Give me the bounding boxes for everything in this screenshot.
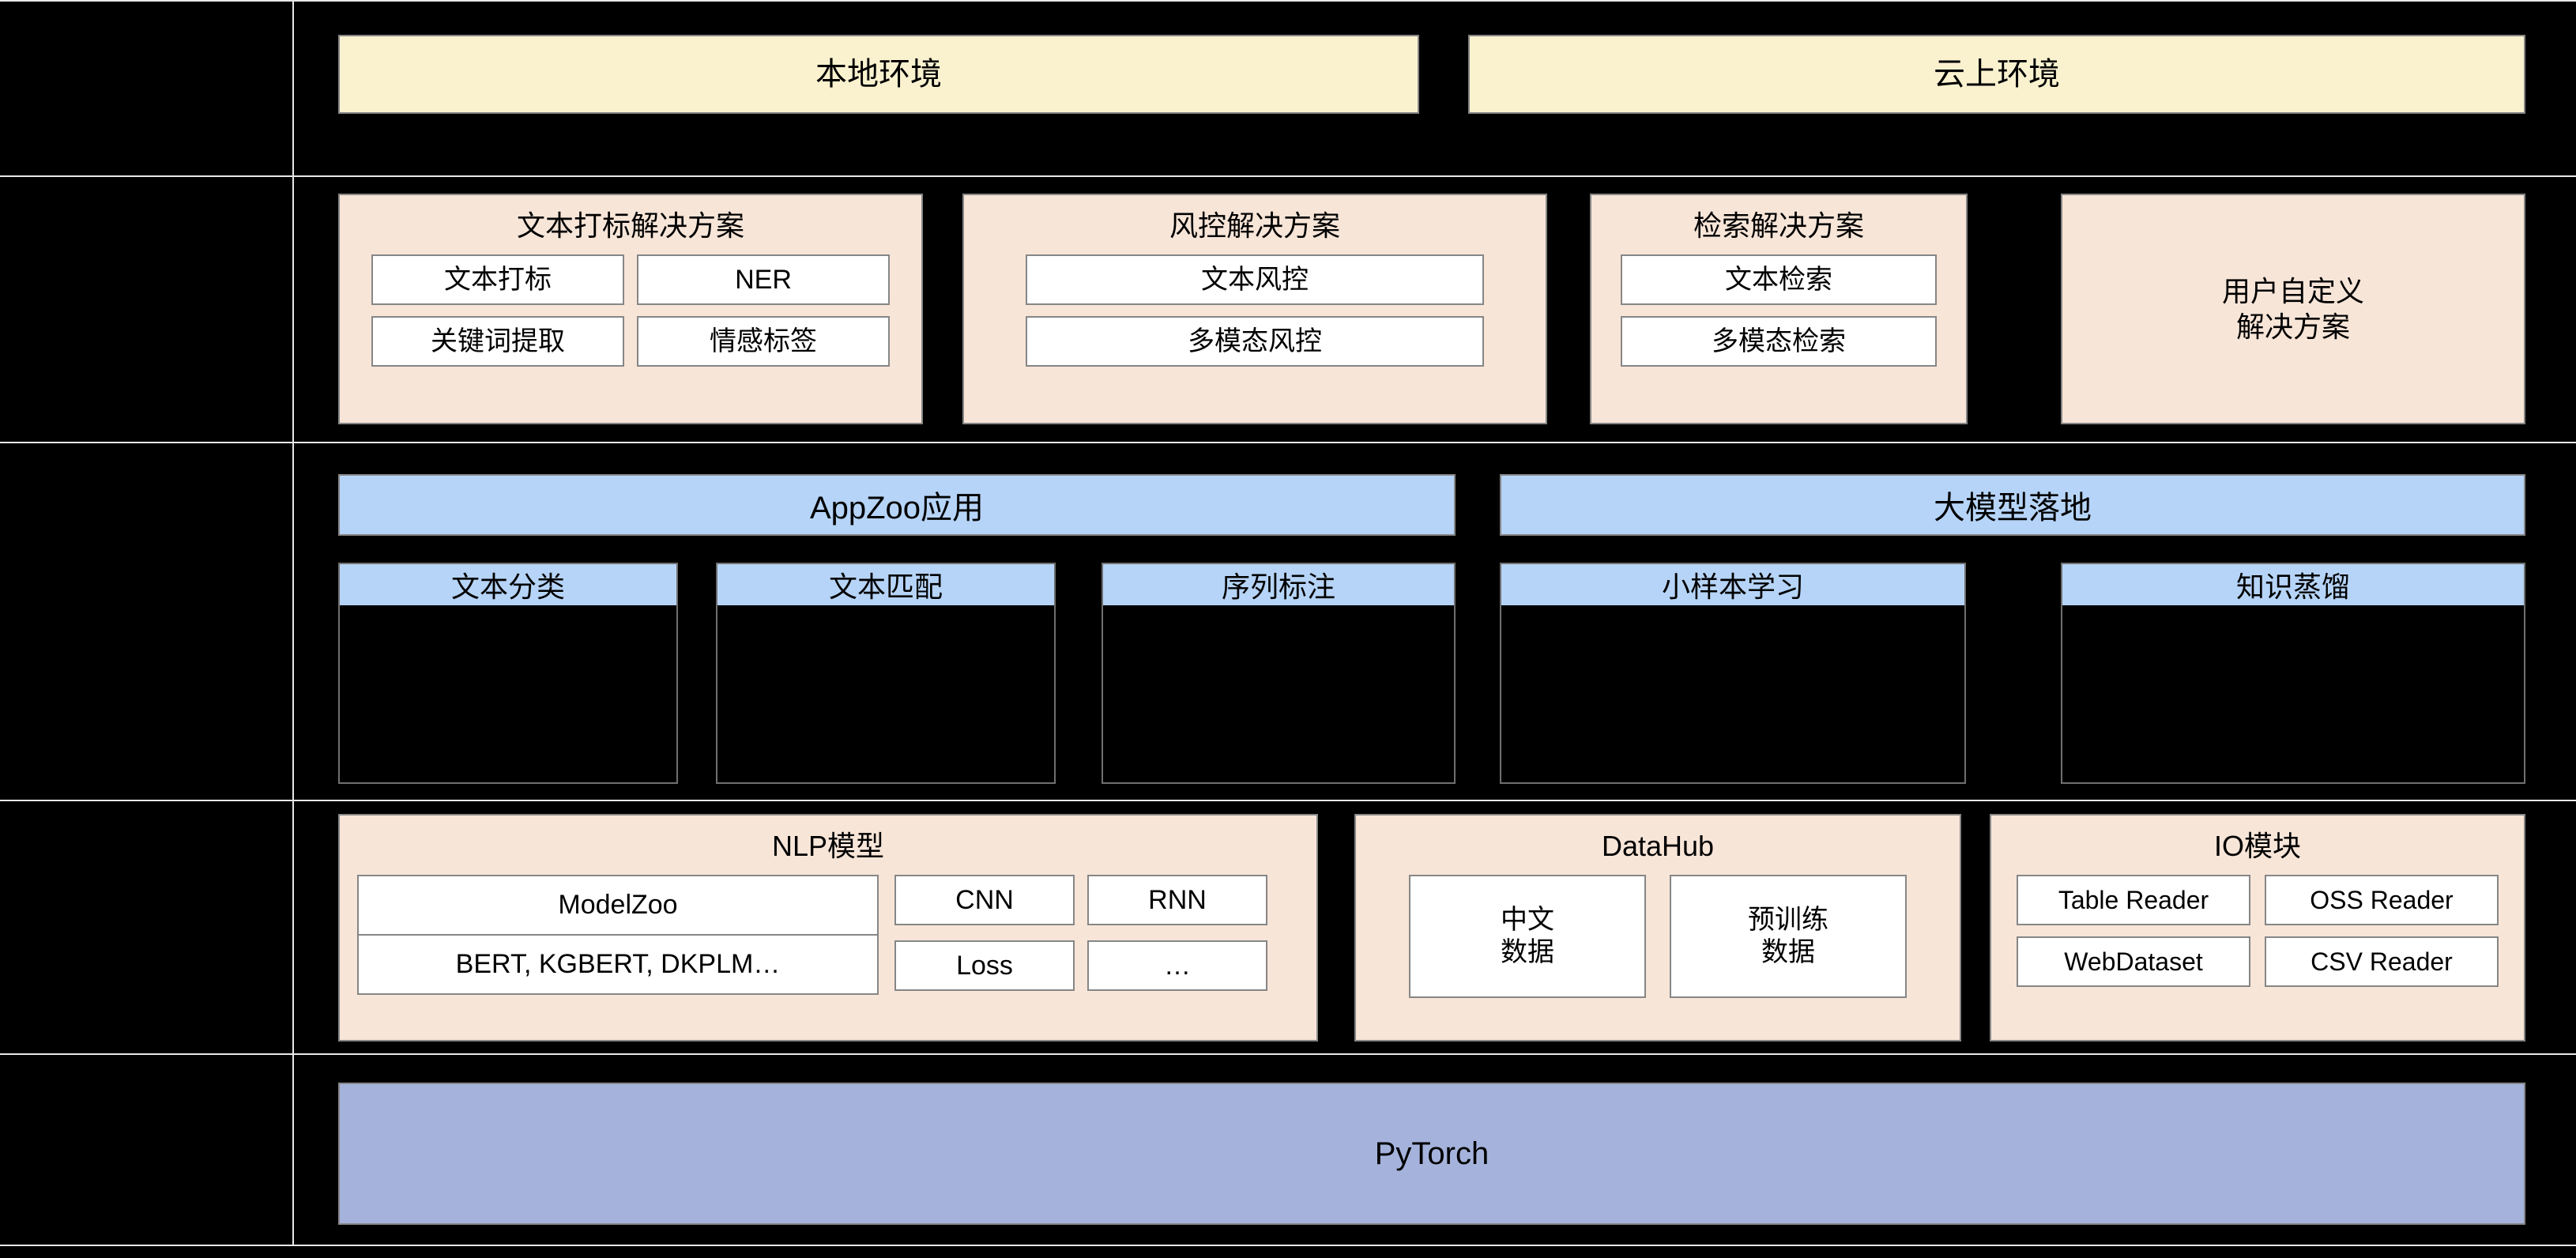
solution-title-retrieval: 检索解决方案 — [1693, 209, 1864, 242]
nlp-model-zoo-stack[interactable]: ModelZoo BERT, KGBERT, DKPLM… — [357, 875, 879, 995]
app-card-text-matching[interactable]: 文本匹配 — [716, 563, 1056, 784]
io-item-webdataset[interactable]: WebDataset — [2017, 936, 2250, 987]
module-items-nlp-model: ModelZoo BERT, KGBERT, DKPLM… CNN RNN Lo… — [340, 875, 1316, 1009]
app-card-text-matching-label: 文本匹配 — [717, 564, 1054, 605]
nlp-model-component-more[interactable]: … — [1087, 940, 1267, 991]
app-group-header-appzoo: AppZoo应用 — [338, 474, 1456, 536]
app-card-knowledge-distillation-body — [2062, 605, 2524, 782]
app-card-knowledge-distillation[interactable]: 知识蒸馏 — [2061, 563, 2525, 784]
env-label-cloud: 云上环境 — [1934, 57, 2060, 92]
solution-items-retrieval: 文本检索 多模态检索 — [1591, 254, 1966, 381]
solution-title-risk-control: 风控解决方案 — [1169, 209, 1340, 242]
solution-title-user-defined-line1: 用户自定义 — [2221, 275, 2364, 307]
grid-rule-2 — [0, 442, 2576, 443]
app-card-text-classification[interactable]: 文本分类 — [338, 563, 678, 784]
nlp-model-component-cnn[interactable]: CNN — [894, 875, 1075, 925]
solution-items-risk-control: 文本风控 多模态风控 — [964, 254, 1546, 381]
framework-bar-pytorch: PyTorch — [338, 1083, 2525, 1225]
io-item-oss-reader[interactable]: OSS Reader — [2265, 875, 2499, 925]
solution-item-retrieval-1[interactable]: 多模态检索 — [1621, 316, 1937, 367]
module-box-datahub: DataHub 中文 数据 预训练 数据 — [1354, 814, 1961, 1041]
framework-bar-pytorch-label: PyTorch — [1374, 1136, 1489, 1171]
nlp-model-zoo-name: ModelZoo — [558, 890, 678, 920]
io-item-table-reader[interactable]: Table Reader — [2017, 875, 2250, 925]
solution-box-risk-control: 风控解决方案 文本风控 多模态风控 — [962, 194, 1547, 424]
env-box-local: 本地环境 — [338, 35, 1419, 114]
solution-item-text-tagging-1[interactable]: NER — [637, 254, 890, 305]
grid-rule-top — [0, 0, 2576, 2]
app-group-header-largemodel: 大模型落地 — [1500, 474, 2525, 536]
module-title-nlp-model: NLP模型 — [771, 830, 885, 862]
solution-item-text-tagging-2[interactable]: 关键词提取 — [371, 316, 624, 367]
datahub-item-chinese-data[interactable]: 中文 数据 — [1409, 875, 1646, 998]
app-card-few-shot-learning-label: 小样本学习 — [1501, 564, 1964, 605]
app-card-text-classification-label: 文本分类 — [340, 564, 676, 605]
module-items-io: Table Reader OSS Reader WebDataset CSV R… — [1991, 875, 2524, 1001]
solution-item-risk-control-0[interactable]: 文本风控 — [1026, 254, 1484, 305]
datahub-item-chinese-data-line2: 数据 — [1501, 937, 1554, 967]
module-box-io: IO模块 Table Reader OSS Reader WebDataset … — [1990, 814, 2525, 1041]
datahub-item-pretrain-data-line1: 预训练 — [1748, 905, 1828, 936]
architecture-diagram: 本地环境 云上环境 文本打标解决方案 文本打标 NER 关键词提取 情感标签 风… — [0, 0, 2576, 1258]
solution-item-retrieval-0[interactable]: 文本检索 — [1621, 254, 1937, 305]
env-box-cloud: 云上环境 — [1468, 35, 2525, 114]
module-items-datahub: 中文 数据 预训练 数据 — [1356, 875, 1960, 1012]
module-title-datahub: DataHub — [1601, 830, 1715, 862]
solution-items-text-tagging: 文本打标 NER 关键词提取 情感标签 — [340, 254, 921, 381]
app-card-sequence-labeling-label: 序列标注 — [1103, 564, 1454, 605]
datahub-item-chinese-data-line1: 中文 — [1501, 905, 1554, 936]
app-card-few-shot-learning-body — [1501, 605, 1964, 782]
solution-box-user-defined: 用户自定义 解决方案 — [2061, 194, 2525, 424]
io-item-csv-reader[interactable]: CSV Reader — [2265, 936, 2499, 987]
solution-box-text-tagging: 文本打标解决方案 文本打标 NER 关键词提取 情感标签 — [338, 194, 923, 424]
app-card-sequence-labeling-body — [1103, 605, 1454, 782]
app-card-knowledge-distillation-label: 知识蒸馏 — [2062, 564, 2524, 605]
nlp-model-zoo-models: BERT, KGBERT, DKPLM… — [359, 934, 877, 993]
env-label-local: 本地环境 — [815, 57, 942, 92]
nlp-model-component-rnn[interactable]: RNN — [1087, 875, 1267, 925]
solution-title-text-tagging: 文本打标解决方案 — [516, 209, 744, 242]
datahub-item-pretrain-data-line2: 数据 — [1761, 937, 1815, 967]
grid-rule-vertical — [292, 0, 294, 1246]
solution-title-user-defined-line2: 解决方案 — [2235, 311, 2350, 343]
module-title-io: IO模块 — [2213, 830, 2301, 862]
app-group-header-largemodel-label: 大模型落地 — [1934, 491, 2092, 525]
app-group-header-appzoo-label: AppZoo应用 — [809, 491, 985, 525]
grid-rule-1 — [0, 175, 2576, 177]
solution-box-retrieval: 检索解决方案 文本检索 多模态检索 — [1590, 194, 1968, 424]
app-card-text-classification-body — [340, 605, 676, 782]
module-box-nlp-model: NLP模型 ModelZoo BERT, KGBERT, DKPLM… CNN … — [338, 814, 1318, 1041]
app-card-sequence-labeling[interactable]: 序列标注 — [1102, 563, 1456, 784]
app-card-text-matching-body — [717, 605, 1054, 782]
nlp-model-component-grid: CNN RNN Loss … — [894, 875, 1290, 995]
solution-item-risk-control-1[interactable]: 多模态风控 — [1026, 316, 1484, 367]
grid-rule-4 — [0, 1053, 2576, 1055]
nlp-model-component-loss[interactable]: Loss — [894, 940, 1075, 991]
app-card-few-shot-learning[interactable]: 小样本学习 — [1500, 563, 1966, 784]
solution-item-text-tagging-3[interactable]: 情感标签 — [637, 316, 890, 367]
grid-rule-bottom — [0, 1245, 2576, 1246]
datahub-item-pretrain-data[interactable]: 预训练 数据 — [1670, 875, 1907, 998]
grid-rule-3 — [0, 800, 2576, 801]
solution-item-text-tagging-0[interactable]: 文本打标 — [371, 254, 624, 305]
